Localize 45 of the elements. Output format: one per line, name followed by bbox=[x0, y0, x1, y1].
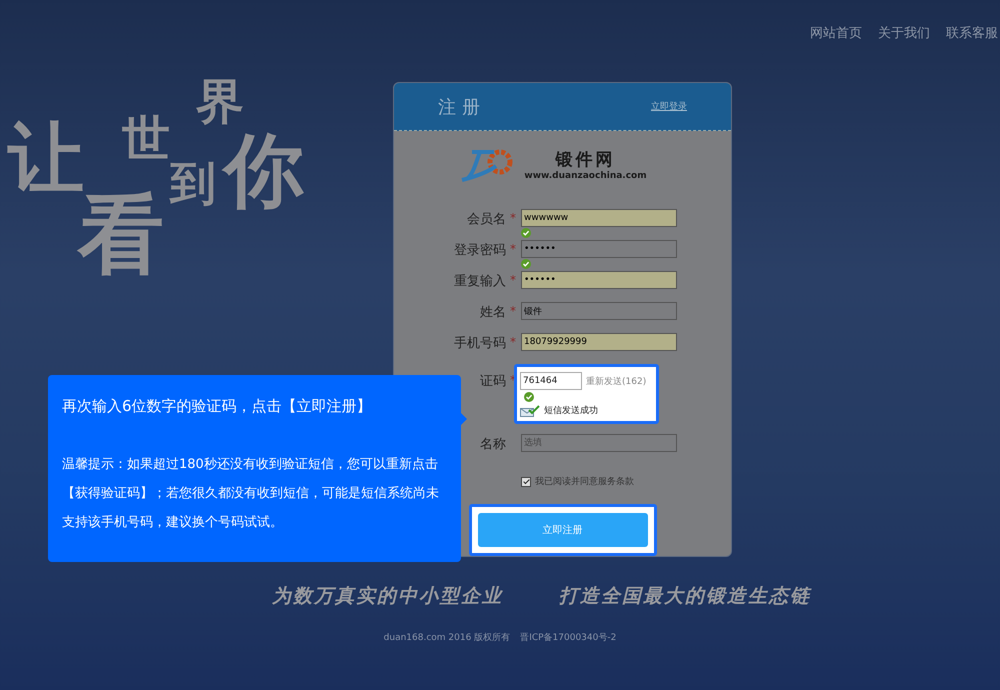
required-mark: * bbox=[509, 272, 517, 287]
check-icon bbox=[524, 392, 534, 402]
field-label: 重复输入 bbox=[453, 273, 506, 290]
field-label: 手机号码 bbox=[453, 335, 506, 352]
login-link[interactable]: 立即登录 bbox=[651, 100, 687, 114]
nav-link[interactable]: 联系客服 bbox=[946, 24, 998, 46]
register-button[interactable]: 立即注册 bbox=[478, 513, 648, 547]
input-field[interactable]: 锻件 bbox=[521, 302, 677, 320]
required-mark: * bbox=[509, 241, 517, 256]
nav-link[interactable]: 网站首页 bbox=[810, 24, 862, 46]
check-icon bbox=[521, 228, 531, 238]
agree-label: 我已阅读并同意服务条款 bbox=[535, 476, 634, 488]
required-mark: * bbox=[509, 210, 517, 225]
sms-sent-status: 短信发送成功 bbox=[544, 404, 598, 417]
tagline: 打造全国最大的锻造生态链 bbox=[559, 584, 811, 609]
tooltip-note: 温馨提示：如果超过180秒还没有收到验证短信，您可以重新点击【获得验证码】；若您很久都没有收到短信，可能是短信系统尚未支持该手机号码，建议换个号码试试。 bbox=[62, 456, 440, 532]
field-label: 名称 bbox=[479, 436, 506, 453]
input-field[interactable]: •••••• bbox=[521, 240, 677, 258]
logo-name: 锻件网 bbox=[555, 148, 616, 171]
field-label: 证码 bbox=[479, 373, 506, 390]
input-field[interactable]: wwwwww bbox=[521, 209, 677, 227]
slogan-character: 你 bbox=[224, 130, 304, 210]
code-input-field[interactable]: 761464 bbox=[520, 372, 582, 390]
check-icon bbox=[521, 259, 531, 269]
input-field[interactable]: •••••• bbox=[521, 271, 677, 289]
slogan-character: 到 bbox=[170, 160, 216, 206]
footer-text: 晋ICP备17000340号-2 bbox=[520, 632, 616, 644]
field-label: 登录密码 bbox=[453, 242, 506, 259]
required-mark: * bbox=[509, 303, 517, 318]
input-field[interactable]: 选填 bbox=[521, 434, 677, 452]
slogan-character: 世 bbox=[122, 115, 170, 163]
field-label: 姓名 bbox=[479, 304, 506, 321]
agree-checkbox[interactable]: 我已阅读并同意服务条款 bbox=[521, 475, 731, 488]
card-title: 注册 bbox=[438, 96, 486, 119]
footer-text: duan168.com 2016 版权所有 bbox=[384, 632, 510, 644]
input-field[interactable]: 18079929999 bbox=[521, 333, 677, 351]
tagline: 为数万真实的中小型企业 bbox=[272, 584, 503, 609]
nav-link[interactable]: 关于我们 bbox=[878, 24, 930, 46]
slogan-character: 界 bbox=[196, 78, 244, 126]
resend-link[interactable]: 重新发送(162) bbox=[586, 374, 646, 388]
envelope-check-icon bbox=[520, 404, 540, 416]
required-mark: * bbox=[509, 334, 517, 349]
field-label: 会员名 bbox=[466, 211, 506, 228]
logo-url: www.duanzaochina.com bbox=[524, 170, 647, 181]
tooltip-title: 再次输入6位数字的验证码，点击【立即注册】 bbox=[62, 397, 373, 416]
